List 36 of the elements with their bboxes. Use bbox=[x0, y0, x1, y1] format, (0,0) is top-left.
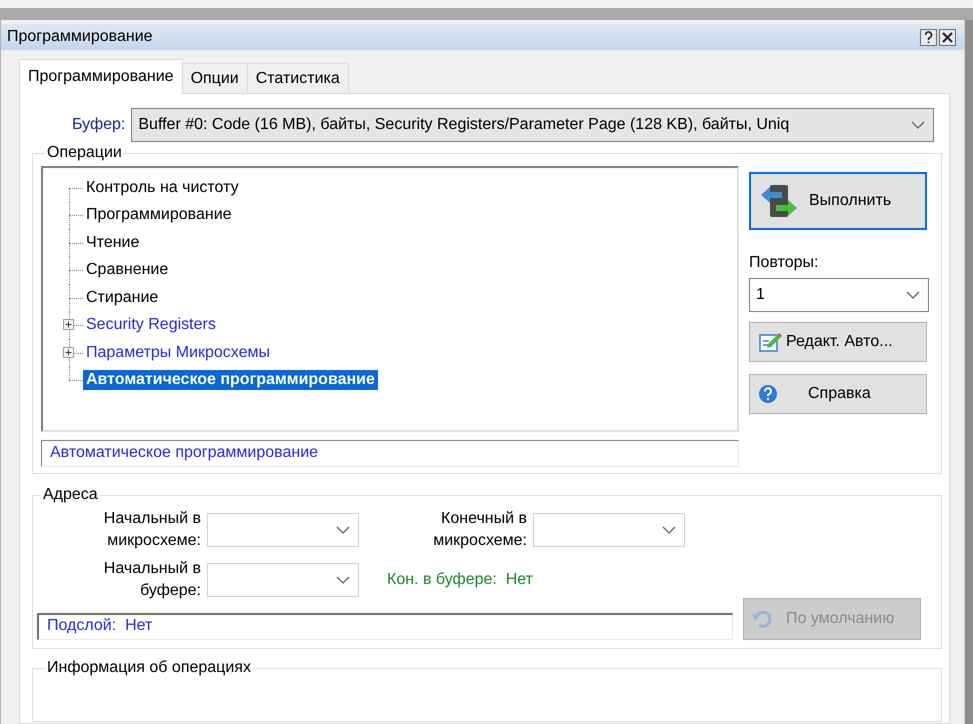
tree-item[interactable]: Параметры Микросхемы bbox=[59, 339, 737, 366]
tab[interactable]: Статистика bbox=[246, 63, 349, 94]
repeats-dropdown[interactable]: 1 bbox=[749, 278, 929, 312]
help-icon bbox=[758, 384, 778, 404]
edit-icon bbox=[758, 330, 782, 354]
close-icon[interactable] bbox=[939, 28, 956, 46]
buffer-end-text: Кон. в буфере: Нет bbox=[386, 571, 533, 589]
tree-item[interactable]: Сравнение bbox=[59, 256, 737, 284]
field-label: Начальный в буфере: bbox=[102, 559, 202, 601]
undo-icon bbox=[752, 608, 774, 630]
expand-icon[interactable] bbox=[63, 319, 74, 330]
buffer-dropdown[interactable]: Buffer #0: Code (16 MB), байты, Security Registers/Parameter Page (128 KB), байты, Uniq bbox=[131, 108, 934, 142]
group-title: Информация об операциях bbox=[46, 659, 252, 677]
tree-item[interactable]: Контроль на чистоту bbox=[59, 174, 737, 202]
run-button[interactable]: Выполнить bbox=[749, 172, 927, 230]
repeats-label: Повторы: bbox=[749, 254, 820, 272]
tab[interactable]: Программирование bbox=[19, 59, 183, 94]
expand-icon[interactable] bbox=[63, 346, 74, 358]
group-title: Адреса bbox=[42, 486, 99, 504]
help-icon[interactable] bbox=[920, 28, 937, 46]
description-field: Автоматическое программирование bbox=[41, 440, 739, 467]
tree-item[interactable]: Security Registers bbox=[59, 312, 737, 339]
buffer-label: Буфер: bbox=[72, 116, 126, 134]
tree-item[interactable]: Автоматическое программирование bbox=[59, 366, 737, 394]
start-buffer-dropdown[interactable] bbox=[207, 563, 359, 597]
start-chip-dropdown[interactable] bbox=[207, 513, 359, 547]
help-button[interactable]: Справка bbox=[749, 374, 927, 414]
field-label: Начальный в микросхеме: bbox=[102, 509, 202, 551]
sublayer-field: Подслой: Нет bbox=[37, 613, 733, 640]
edit-auto-button[interactable]: Редакт. Авто... bbox=[749, 322, 927, 362]
tree-item[interactable]: Чтение bbox=[59, 229, 737, 256]
window-title: Программирование bbox=[7, 28, 153, 46]
group-title: Операции bbox=[46, 144, 123, 162]
tree-item[interactable]: Программирование bbox=[59, 202, 737, 229]
tree-item[interactable]: Стирание bbox=[59, 284, 737, 312]
field-label: Конечный в микросхеме: bbox=[432, 509, 528, 551]
